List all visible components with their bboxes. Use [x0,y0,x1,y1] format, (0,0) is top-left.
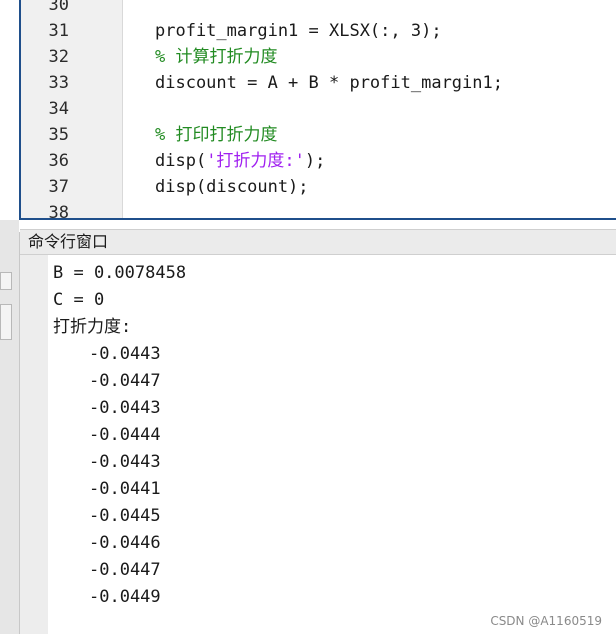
line-number: 33 [48,73,69,93]
command-window-output[interactable]: B = 0.0078458 C = 0 打折力度: -0.0443 -0.0447 -0.… [48,255,616,634]
output-line: -0.0446 [89,533,161,553]
output-line: -0.0447 [89,560,161,580]
line-number: 32 [48,47,69,67]
line-number: 35 [48,125,69,145]
code-comment: % 打印打折力度 [155,125,278,145]
line-number: 34 [48,99,69,119]
line-number: 30 [48,0,69,15]
code-line[interactable]: profit_margin1 = XLSX(:, 3); [155,18,442,44]
command-window-gutter [20,255,48,634]
code-token: disp( [155,151,207,171]
line-number: 38 [48,203,69,220]
output-line: -0.0449 [89,587,161,607]
code-line[interactable]: disp(discount); [155,174,309,200]
code-area[interactable]: profit_margin1 = XLSX(:, 3); % 计算打折力度 disc… [123,0,616,218]
code-line[interactable]: disp('打折力度:'); [155,148,325,174]
output-line: -0.0441 [89,479,161,499]
code-token: discount = A + B * profit_margin1; [155,73,503,93]
output-line: -0.0444 [89,425,161,445]
line-number: 37 [48,177,69,197]
left-panel-strip [0,232,20,634]
line-number-gutter: 30 31 32 33 34 35 36 37 38 [21,0,123,218]
code-comment: % 计算打折力度 [155,47,278,67]
line-number: 31 [48,21,69,41]
panel-scroll-button[interactable] [0,272,12,290]
code-token: ); [304,151,326,171]
code-line[interactable]: % 计算打折力度 [155,44,277,70]
left-panel-edge [0,220,19,232]
output-line: -0.0443 [89,398,161,418]
line-number: 36 [48,151,69,171]
panel-scroll-thumb[interactable] [0,304,12,340]
code-line[interactable]: discount = A + B * profit_margin1; [155,70,503,96]
output-line: B = 0.0078458 [53,263,187,283]
watermark: CSDN @A1160519 [490,614,602,628]
command-window-header[interactable]: 命令行窗口 [20,229,616,255]
output-line: -0.0447 [89,371,161,391]
code-string: '打折力度:' [206,151,305,171]
code-line[interactable]: % 打印打折力度 [155,122,277,148]
output-line: -0.0443 [89,344,161,364]
output-line: -0.0443 [89,452,161,472]
code-editor[interactable]: 30 31 32 33 34 35 36 37 38 profit_margin1 = XLSX… [19,0,616,220]
code-token: profit_margin1 = XLSX(:, 3); [155,21,442,41]
output-line: C = 0 [53,290,105,310]
matlab-window: 30 31 32 33 34 35 36 37 38 profit_margin1 = XLSX… [0,0,616,634]
output-line: -0.0445 [89,506,161,526]
command-window-title: 命令行窗口 [28,232,109,251]
output-line: 打折力度: [53,317,132,337]
code-token: disp(discount); [155,177,309,197]
